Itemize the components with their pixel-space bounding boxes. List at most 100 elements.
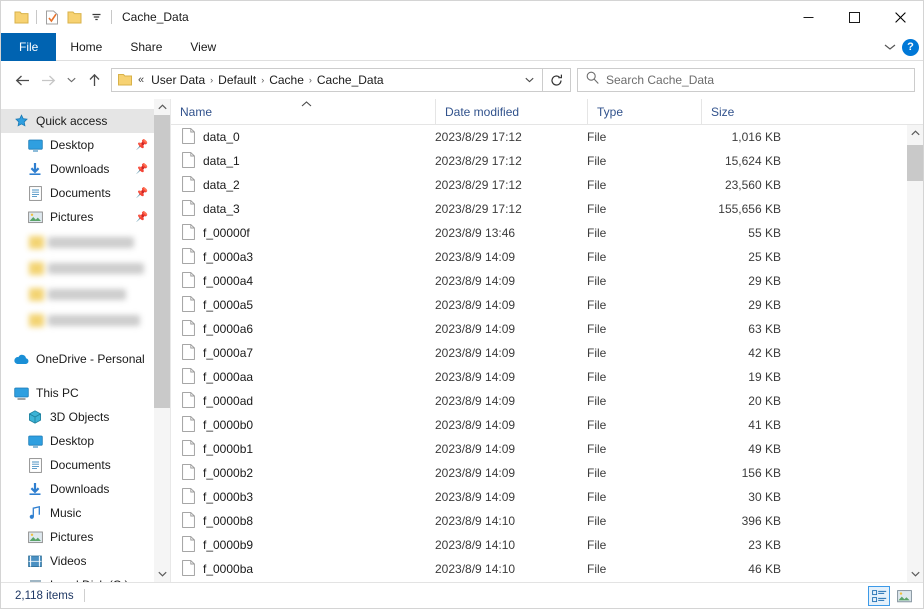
sidebar-item-documents[interactable]: Documents 📌 [1,181,170,205]
file-scroll-thumb[interactable] [907,145,923,181]
tab-view[interactable]: View [176,33,230,61]
breadcrumb-bar[interactable]: « User Data › Default › Cache › Cache_Da… [111,68,543,92]
table-row[interactable]: data_1 2023/8/29 17:12 File 15,624 KB [171,149,923,173]
sidebar-item-downloads-pc[interactable]: Downloads [1,477,170,501]
new-folder-icon[interactable] [63,6,85,28]
cell-type: File [587,370,607,384]
breadcrumb-item-user-data[interactable]: User Data [147,73,209,87]
breadcrumb-dropdown-icon[interactable] [518,77,540,83]
cell-name: f_0000a7 [171,343,435,363]
file-icon [182,223,195,243]
sidebar-item-3d-objects[interactable]: 3D Objects [1,405,170,429]
pin-icon[interactable]: 📌 [136,188,148,199]
cell-size: 156 KB [741,466,781,480]
cell-type: File [587,442,607,456]
properties-icon[interactable] [41,6,63,28]
sidebar-label: Documents [50,186,111,200]
cell-name: f_0000ad [171,391,435,411]
table-row[interactable]: f_0000b3 2023/8/9 14:09 File 30 KB [171,485,923,509]
tab-home[interactable]: Home [56,33,116,61]
sidebar-item-downloads[interactable]: Downloads 📌 [1,157,170,181]
breadcrumb-overflow-icon[interactable]: « [134,74,147,86]
cell-size: 42 KB [748,346,781,360]
breadcrumb-item-default[interactable]: Default [214,73,260,87]
up-button[interactable] [81,67,107,93]
pictures-icon [25,531,45,544]
table-row[interactable]: data_0 2023/8/29 17:12 File 1,016 KB [171,125,923,149]
scroll-up-icon[interactable] [907,125,923,141]
sidebar-item-quick-access[interactable]: Quick access [1,109,170,133]
cell-name: f_0000b3 [171,487,435,507]
sidebar-item-music[interactable]: Music [1,501,170,525]
cell-size: 25 KB [748,250,781,264]
folder-icon[interactable] [10,6,32,28]
file-icon [182,535,195,555]
file-list-scrollbar[interactable] [907,125,923,582]
minimize-button[interactable] [785,1,831,33]
chevron-down-icon[interactable] [884,38,896,56]
recent-locations-button[interactable] [61,67,81,93]
sidebar-item-desktop[interactable]: Desktop 📌 [1,133,170,157]
status-divider [83,589,85,602]
table-row[interactable]: f_0000b1 2023/8/9 14:09 File 49 KB [171,437,923,461]
tab-file[interactable]: File [1,33,57,61]
cell-type: File [587,178,607,192]
sidebar-item-videos[interactable]: Videos [1,549,170,573]
table-row[interactable]: f_0000a6 2023/8/9 14:09 File 63 KB [171,317,923,341]
pin-icon[interactable]: 📌 [136,140,148,151]
file-explorer-window: Cache_Data File Home Share View ? « User… [0,0,924,609]
large-icons-view-button[interactable] [893,586,915,606]
sidebar-item-this-pc[interactable]: This PC [1,381,170,405]
pin-icon[interactable]: 📌 [136,164,148,175]
breadcrumb-item-cache[interactable]: Cache [265,73,308,87]
table-row[interactable]: f_0000b9 2023/8/9 14:10 File 23 KB [171,533,923,557]
back-button[interactable] [9,67,35,93]
cell-name: f_00000f [171,223,435,243]
sidebar-item-pictures[interactable]: Pictures 📌 [1,205,170,229]
table-row[interactable]: f_0000aa 2023/8/9 14:09 File 19 KB [171,365,923,389]
scroll-down-icon[interactable] [907,566,923,582]
scroll-down-icon[interactable] [154,566,170,582]
sidebar-item-desktop-pc[interactable]: Desktop [1,429,170,453]
close-button[interactable] [877,1,923,33]
table-row[interactable]: f_0000b8 2023/8/9 14:10 File 396 KB [171,509,923,533]
file-name-label: data_0 [203,130,240,144]
column-header-size[interactable]: Size [701,99,793,124]
table-row[interactable]: f_00000f 2023/8/9 13:46 File 55 KB [171,221,923,245]
table-row[interactable]: f_0000a4 2023/8/9 14:09 File 29 KB [171,269,923,293]
table-row[interactable]: f_0000a7 2023/8/9 14:09 File 42 KB [171,341,923,365]
table-row[interactable]: f_0000ba 2023/8/9 14:10 File 46 KB [171,557,923,581]
pin-icon[interactable]: 📌 [136,212,148,223]
sidebar-item-onedrive[interactable]: OneDrive - Personal [1,347,170,371]
cell-name: data_2 [171,175,435,195]
table-row[interactable]: f_0000ad 2023/8/9 14:09 File 20 KB [171,389,923,413]
sidebar-scroll-track[interactable] [154,115,170,566]
table-row[interactable]: data_3 2023/8/29 17:12 File 155,656 KB [171,197,923,221]
sidebar-item-pictures-pc[interactable]: Pictures [1,525,170,549]
forward-button[interactable] [35,67,61,93]
refresh-button[interactable] [543,68,571,92]
column-header-date-modified[interactable]: Date modified [435,99,587,124]
table-row[interactable]: f_0000a5 2023/8/9 14:09 File 29 KB [171,293,923,317]
file-scroll-track[interactable] [907,141,923,566]
videos-icon [25,555,45,568]
column-header-type[interactable]: Type [587,99,701,124]
tab-share[interactable]: Share [116,33,176,61]
details-view-button[interactable] [868,586,890,606]
sidebar-scroll-thumb[interactable] [154,115,170,409]
breadcrumb-item-cache-data[interactable]: Cache_Data [313,73,388,87]
table-row[interactable]: f_0000b2 2023/8/9 14:09 File 156 KB [171,461,923,485]
table-row[interactable]: data_2 2023/8/29 17:12 File 23,560 KB [171,173,923,197]
search-input[interactable]: Search Cache_Data [606,73,714,87]
table-row[interactable]: f_0000b0 2023/8/9 14:09 File 41 KB [171,413,923,437]
maximize-button[interactable] [831,1,877,33]
search-box[interactable]: Search Cache_Data [577,68,915,92]
customize-qat-icon[interactable] [85,6,107,28]
help-icon[interactable]: ? [902,38,919,56]
sidebar-item-local-disk-c[interactable]: Local Disk (C:) [1,573,170,582]
scroll-up-icon[interactable] [154,99,170,115]
sidebar-scrollbar[interactable] [154,99,170,582]
sidebar-item-documents-pc[interactable]: Documents [1,453,170,477]
table-row[interactable]: f_0000a3 2023/8/9 14:09 File 25 KB [171,245,923,269]
ribbon-tabs: File Home Share View ? [1,33,923,61]
